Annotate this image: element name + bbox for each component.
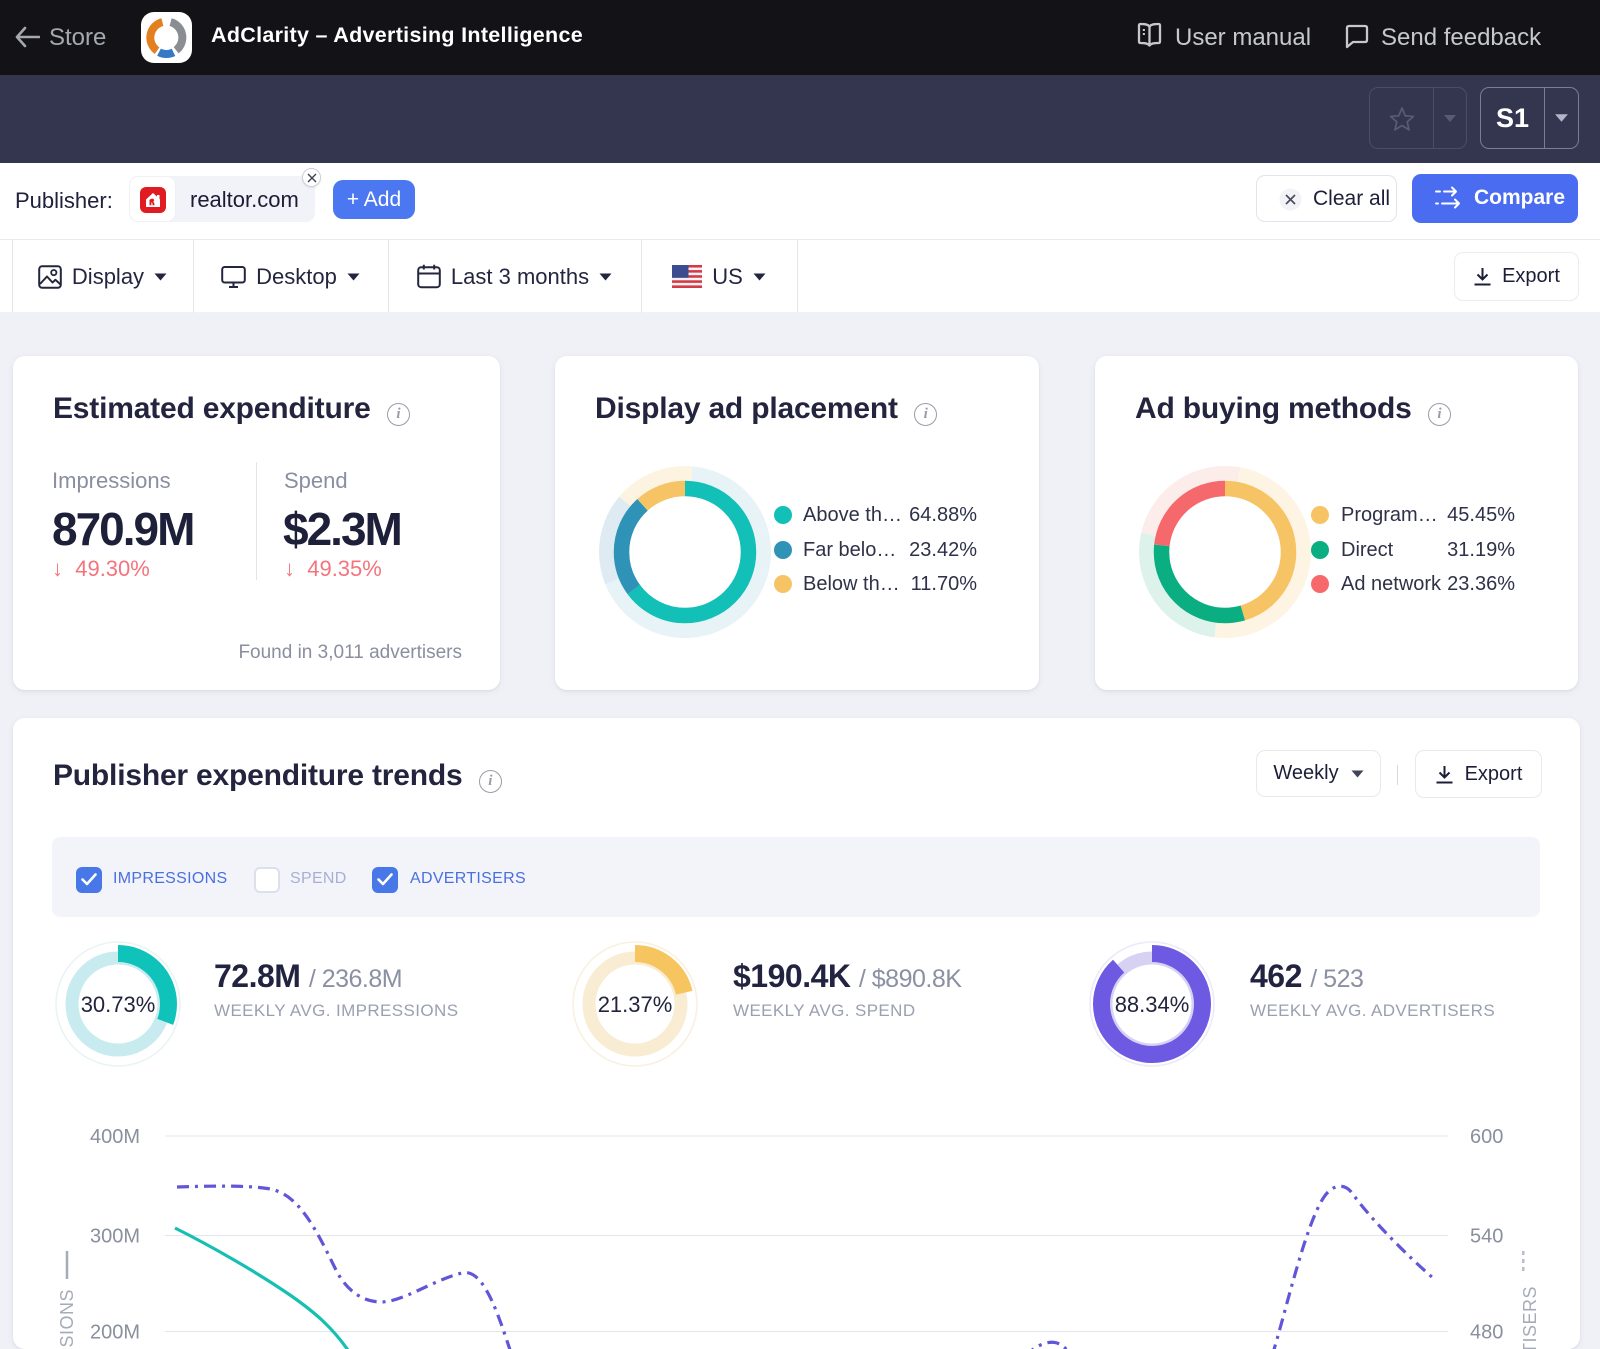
svg-text:200M: 200M: [90, 1322, 140, 1344]
svg-text:400M: 400M: [90, 1126, 140, 1148]
svg-text:ADVERTISERS: ADVERTISERS: [1520, 1286, 1540, 1349]
svg-text:300M: 300M: [90, 1226, 140, 1248]
svg-text:540: 540: [1470, 1226, 1503, 1248]
svg-text:600: 600: [1470, 1126, 1503, 1148]
svg-text:480: 480: [1470, 1322, 1503, 1344]
svg-text:IMPRESSIONS: IMPRESSIONS: [57, 1289, 77, 1349]
